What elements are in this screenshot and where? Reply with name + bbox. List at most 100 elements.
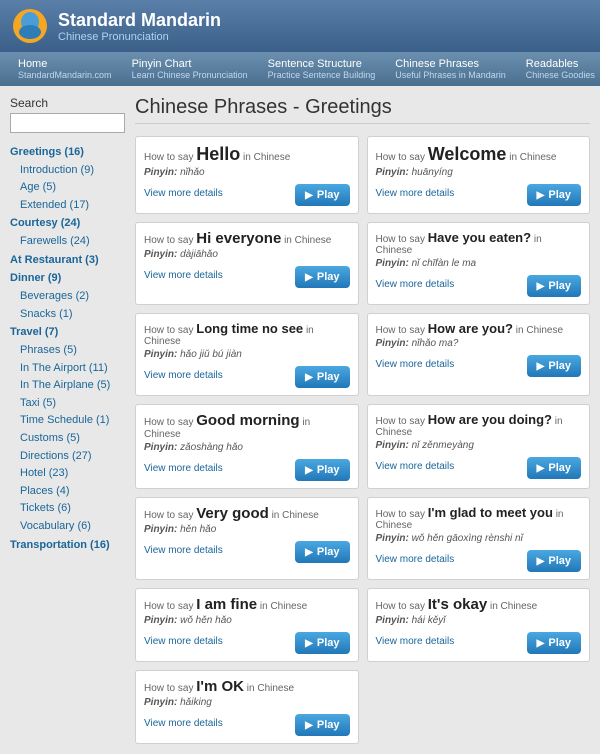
phrase-pinyin: Pinyin: hái kěyǐ [376,615,582,626]
phrase-card: How to say Long time no see in Chinese P… [135,313,359,396]
sidebar-item[interactable]: Introduction (9) [10,162,125,180]
play-button[interactable]: Play [295,632,349,654]
play-button[interactable]: Play [527,184,581,206]
sidebar-item[interactable]: Places (4) [10,483,125,501]
play-icon [537,555,545,567]
phrase-card: How to say I'm OK in Chinese Pinyin: hǎi… [135,670,359,744]
sidebar-item[interactable]: In The Airplane (5) [10,377,125,395]
phrase-card: How to say I'm glad to meet you in Chine… [367,497,591,580]
play-button[interactable]: Play [295,184,349,206]
sidebar-item[interactable]: Tickets (6) [10,500,125,518]
phrase-pinyin: Pinyin: nǐhǎo [144,167,350,178]
nav-label: Readables [526,58,579,70]
view-details-link[interactable]: View more details [376,188,455,199]
sidebar-item[interactable]: Phrases (5) [10,342,125,360]
play-button[interactable]: Play [295,266,349,288]
view-details-link[interactable]: View more details [376,279,455,290]
page-title: Chinese Phrases - Greetings [135,96,590,124]
play-button[interactable]: Play [527,632,581,654]
phrase-pinyin: Pinyin: hǎiking [144,697,350,708]
play-label: Play [317,464,340,476]
card-footer: View more details Play [144,628,350,654]
play-icon [537,280,545,292]
view-details-link[interactable]: View more details [144,188,223,199]
card-footer: View more details Play [376,351,582,377]
sidebar-item[interactable]: Greetings (16) [10,143,125,162]
view-details-link[interactable]: View more details [376,359,455,370]
play-button[interactable]: Play [295,541,349,563]
sidebar-item[interactable]: Courtesy (24) [10,214,125,233]
view-details-link[interactable]: View more details [144,270,223,281]
play-label: Play [317,719,340,731]
play-label: Play [317,271,340,283]
sidebar-item[interactable]: Taxi (5) [10,395,125,413]
sidebar-item[interactable]: Extended (17) [10,197,125,215]
view-details-link[interactable]: View more details [144,370,223,381]
phrase-how-label: How to say Long time no see in Chinese [144,321,350,347]
play-button[interactable]: Play [295,366,349,388]
nav-item[interactable]: Sentence StructurePractice Sentence Buil… [258,52,386,86]
view-details-link[interactable]: View more details [144,636,223,647]
sidebar-item[interactable]: Transportation (16) [10,536,125,555]
play-label: Play [317,189,340,201]
phrase-card: How to say How are you? in Chinese Pinyi… [367,313,591,396]
phrase-pinyin: Pinyin: nǐ zěnmeyàng [376,440,582,451]
sidebar-item[interactable]: In The Airport (11) [10,360,125,378]
play-label: Play [548,555,571,567]
sidebar-item[interactable]: Beverages (2) [10,288,125,306]
play-button[interactable]: Play [527,275,581,297]
play-button[interactable]: Play [527,550,581,572]
sidebar-item[interactable]: Customs (5) [10,430,125,448]
nav-sub: Learn Chinese Pronunciation [132,70,248,80]
play-button[interactable]: Play [527,355,581,377]
card-footer: View more details Play [144,180,350,206]
phrase-how-label: How to say How are you doing? in Chinese [376,412,582,438]
phrase-pinyin: Pinyin: nǐhǎo ma? [376,338,582,349]
phrase-card: How to say Hi everyone in Chinese Pinyin… [135,222,359,305]
search-input[interactable] [10,113,125,133]
sidebar-item[interactable]: Directions (27) [10,448,125,466]
nav-item[interactable]: Pinyin ChartLearn Chinese Pronunciation [122,52,258,86]
play-icon [305,464,313,476]
sidebar-item[interactable]: Age (5) [10,179,125,197]
nav-item[interactable]: HomeStandardMandarin.com [8,52,122,86]
sidebar-item[interactable]: Dinner (9) [10,269,125,288]
sidebar-item[interactable]: Snacks (1) [10,306,125,324]
view-details-link[interactable]: View more details [376,636,455,647]
phrase-how-label: How to say I'm glad to meet you in Chine… [376,505,582,531]
sidebar-item[interactable]: At Restaurant (3) [10,251,125,270]
view-details-link[interactable]: View more details [144,545,223,556]
sidebar-item[interactable]: Farewells (24) [10,233,125,251]
view-details-link[interactable]: View more details [376,461,455,472]
nav-item[interactable]: Chinese PhrasesUseful Phrases in Mandari… [385,52,516,86]
sidebar-item[interactable]: Vocabulary (6) [10,518,125,536]
content-area: Chinese Phrases - Greetings How to say H… [135,96,590,744]
nav-sub: Practice Sentence Building [268,70,376,80]
play-icon [537,637,545,649]
sidebar: Search Greetings (16)Introduction (9)Age… [10,96,125,744]
phrase-pinyin: Pinyin: nǐ chīfàn le ma [376,258,582,269]
view-details-link[interactable]: View more details [376,554,455,565]
nav-item[interactable]: ReadablesChinese Goodies [516,52,600,86]
phrase-pinyin: Pinyin: wǒ hěn gāoxìng rènshi nǐ [376,533,582,544]
phrase-card: How to say How are you doing? in Chinese… [367,404,591,489]
play-icon [305,637,313,649]
phrase-card: How to say Have you eaten? in Chinese Pi… [367,222,591,305]
play-icon [305,271,313,283]
sidebar-item[interactable]: Time Schedule (1) [10,412,125,430]
phrase-pinyin: Pinyin: wǒ hěn hǎo [144,615,350,626]
view-details-link[interactable]: View more details [144,463,223,474]
play-button[interactable]: Play [527,457,581,479]
header-text: Standard Mandarin Chinese Pronunciation [58,10,221,43]
sidebar-item[interactable]: Hotel (23) [10,465,125,483]
sidebar-item[interactable]: Travel (7) [10,323,125,342]
nav-label: Home [18,58,47,70]
phrase-how-label: How to say Good morning in Chinese [144,412,350,440]
card-footer: View more details Play [144,537,350,563]
phrase-how-label: How to say Hello in Chinese [144,144,350,165]
play-button[interactable]: Play [295,459,349,481]
phrase-grid: How to say Hello in Chinese Pinyin: nǐhǎ… [135,136,590,744]
view-details-link[interactable]: View more details [144,718,223,729]
play-button[interactable]: Play [295,714,349,736]
phrase-how-label: How to say I am fine in Chinese [144,596,350,613]
